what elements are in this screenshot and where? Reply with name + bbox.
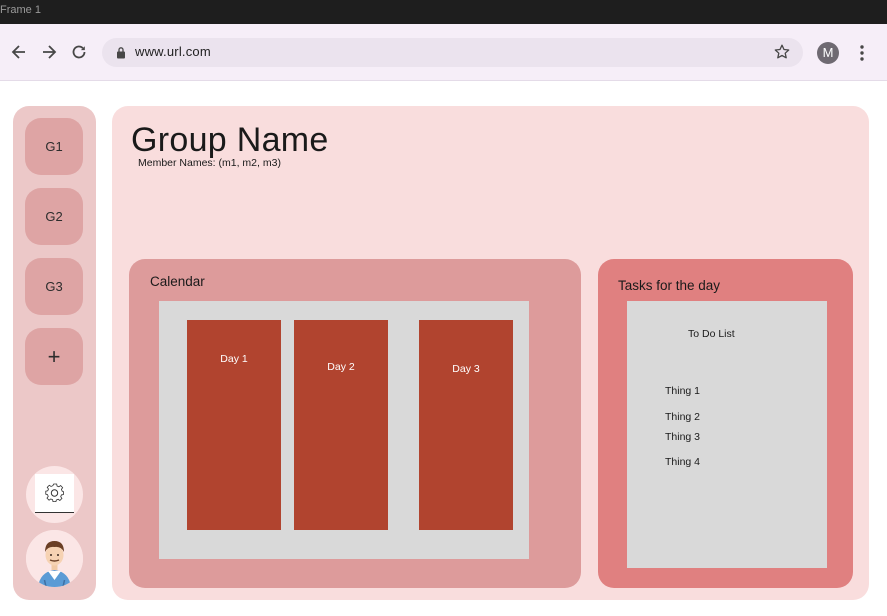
page-title: Group Name — [131, 121, 329, 159]
day-label: Day 1 — [220, 353, 248, 365]
browser-toolbar: www.url.com M — [0, 24, 887, 81]
lock-icon — [117, 47, 125, 59]
group-button-g1[interactable]: G1 — [25, 118, 83, 175]
day-label: Day 3 — [452, 363, 480, 375]
member-names: Member Names: (m1, m2, m3) — [138, 157, 281, 169]
settings-button[interactable] — [26, 466, 83, 523]
day-column[interactable]: Day 1 — [187, 320, 281, 530]
todo-list: To Do List Thing 1 Thing 2 Thing 3 Thing… — [627, 301, 827, 568]
frame-title: Frame 1 — [0, 4, 41, 16]
profile-avatar-button[interactable]: M — [817, 42, 839, 64]
list-item[interactable]: Thing 3 — [665, 431, 700, 443]
settings-icon-frame — [35, 474, 74, 513]
list-item[interactable]: Thing 1 — [665, 385, 700, 397]
group-button-g3[interactable]: G3 — [25, 258, 83, 315]
calendar-title: Calendar — [150, 274, 205, 289]
calendar-area: Day 1 Day 2 Day 3 — [159, 301, 529, 559]
url-text: www.url.com — [135, 44, 211, 59]
tasks-card: Tasks for the day To Do List Thing 1 Thi… — [598, 259, 853, 588]
address-bar[interactable]: www.url.com — [102, 38, 803, 67]
user-avatar[interactable] — [26, 530, 83, 587]
group-label: G1 — [45, 139, 63, 154]
more-vert-icon[interactable] — [857, 43, 867, 63]
add-group-button[interactable]: + — [25, 328, 83, 385]
list-item[interactable]: Thing 4 — [665, 456, 700, 468]
day-label: Day 2 — [327, 361, 355, 373]
group-sidebar: G1 G2 G3 + — [13, 106, 96, 600]
todo-list-title: To Do List — [688, 328, 735, 340]
frame-title-bar: Frame 1 — [0, 0, 887, 24]
group-button-g2[interactable]: G2 — [25, 188, 83, 245]
tasks-title: Tasks for the day — [618, 278, 721, 293]
day-column[interactable]: Day 2 — [294, 320, 388, 530]
forward-arrow-icon[interactable] — [39, 40, 59, 64]
user-avatar-illustration — [26, 530, 83, 587]
day-column[interactable]: Day 3 — [419, 320, 513, 530]
group-main-panel: Group Name Member Names: (m1, m2, m3) Ca… — [112, 106, 869, 600]
reload-icon[interactable] — [69, 40, 89, 64]
plus-icon: + — [47, 344, 61, 369]
gear-icon — [45, 483, 64, 503]
group-label: G3 — [45, 279, 63, 294]
list-item[interactable]: Thing 2 — [665, 411, 700, 423]
group-label: G2 — [45, 209, 63, 224]
profile-initial: M — [822, 45, 834, 60]
back-arrow-icon[interactable] — [9, 40, 29, 64]
star-icon[interactable] — [773, 43, 791, 61]
calendar-card: Calendar Day 1 Day 2 Day 3 — [129, 259, 581, 588]
